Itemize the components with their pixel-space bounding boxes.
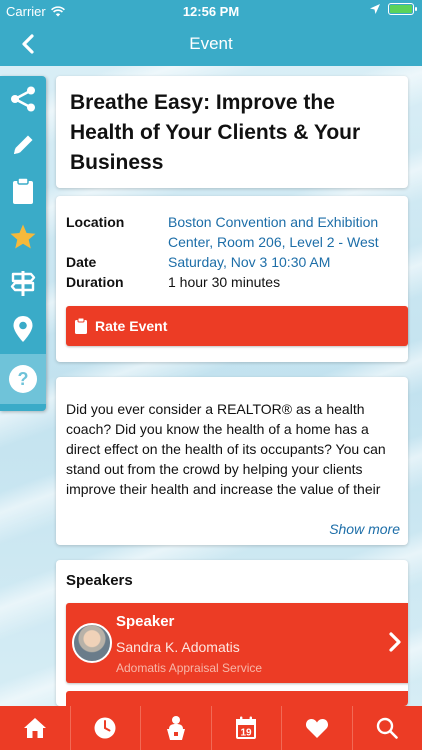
calendar-icon: 19 [236,716,257,739]
help-icon: ? [9,365,37,393]
tab-home[interactable] [0,706,71,750]
speaker-role: Speaker [116,613,175,630]
show-more-link[interactable]: Show more [329,521,400,537]
duration-row: Duration 1 hour 30 minutes [66,272,398,292]
status-right [370,3,417,15]
location-arrow-icon [370,4,380,14]
date-row: Date Saturday, Nov 3 10:30 AM [66,252,398,272]
description-text: Did you ever consider a REALTOR® as a he… [66,401,386,497]
battery-icon [388,3,417,15]
speaker-item[interactable] [66,691,408,706]
pencil-icon [14,135,33,154]
calendar-day: 19 [241,728,253,739]
date-label: Date [66,254,97,270]
description-card: Did you ever consider a REALTOR® as a he… [56,377,408,545]
event-title: Breathe Easy: Improve the Health of Your… [70,91,361,174]
tab-calendar[interactable]: 19 [212,706,282,750]
page-title: Event [189,34,233,53]
survey-button[interactable] [0,168,46,214]
tab-favorites[interactable] [282,706,353,750]
status-time: 12:56 PM [182,4,240,19]
event-info-card: Location Boston Convention and Exhibitio… [56,196,408,362]
duration-label: Duration [66,274,124,290]
duration-value: 1 hour 30 minutes [168,274,281,290]
event-title-card: Breathe Easy: Improve the Health of Your… [56,76,408,188]
star-icon [10,224,36,249]
avatar [72,623,112,663]
action-rail: ? [0,76,46,411]
favorite-button[interactable] [0,214,46,260]
svg-text:?: ? [18,369,29,389]
clipboard-icon [75,317,87,334]
home-icon [23,718,46,738]
rate-event-label: Rate Event [95,318,168,334]
nav-bar: Event [0,22,422,66]
tab-speakers[interactable] [141,706,212,750]
status-bar: Carrier 12:56 PM [0,0,422,22]
location-link[interactable]: Boston Convention and Exhibition Center,… [168,212,398,252]
rate-event-button[interactable]: Rate Event [66,306,408,346]
date-link[interactable]: Saturday, Nov 3 10:30 AM [168,252,330,272]
speaker-org: Adomatis Appraisal Service [116,661,263,675]
tab-bar: 19 [0,706,422,750]
location-row: Location Boston Convention and Exhibitio… [66,212,398,252]
speaker-item[interactable]: Speaker Sandra K. Adomatis Adomatis Appr… [66,603,408,683]
person-podium-icon [166,716,185,740]
speakers-heading: Speakers [66,572,133,589]
heart-icon [305,719,328,738]
tab-search[interactable] [353,706,422,750]
location-pin-icon [13,316,33,342]
clock-icon [94,717,116,739]
map-button[interactable] [0,306,46,352]
speaker-name: Sandra K. Adomatis [116,639,240,655]
share-icon [11,86,35,112]
search-icon [377,717,399,739]
clipboard-icon [13,177,33,204]
location-label: Location [66,214,125,230]
help-button[interactable]: ? [0,354,46,404]
signpost-icon [10,271,36,296]
speakers-card: Speakers Speaker Sandra K. Adomatis Adom… [56,560,408,706]
tab-schedule[interactable] [71,706,141,750]
directions-button[interactable] [0,260,46,306]
chevron-right-icon [389,632,401,652]
share-button[interactable] [0,76,46,122]
notes-button[interactable] [0,122,46,168]
